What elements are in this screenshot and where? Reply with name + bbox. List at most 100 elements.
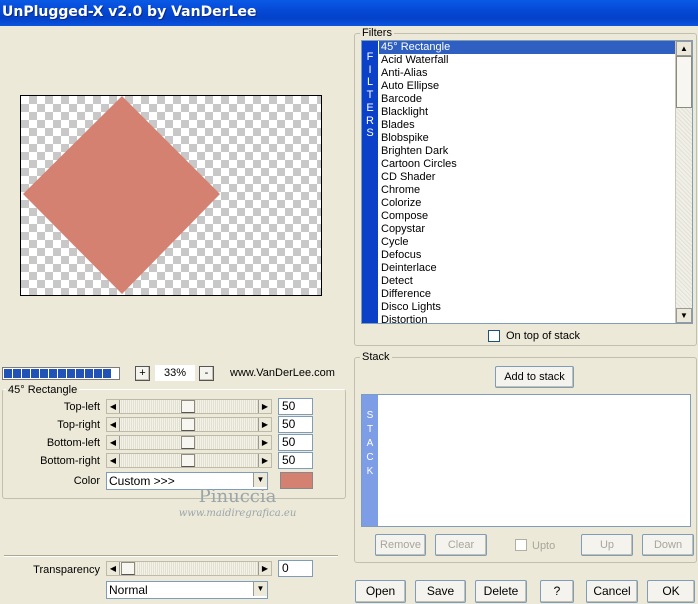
open-button[interactable]: Open	[355, 580, 406, 603]
filter-item[interactable]: Acid Waterfall	[379, 54, 675, 67]
filter-item[interactable]: Cartoon Circles	[379, 158, 675, 171]
scroll-thumb[interactable]	[676, 56, 692, 108]
slider-thumb[interactable]	[181, 436, 195, 449]
filter-item[interactable]: Blacklight	[379, 106, 675, 119]
top-right-label: Top-right	[57, 419, 100, 431]
slider-thumb[interactable]	[181, 400, 195, 413]
scroll-down-icon[interactable]: ▼	[676, 308, 692, 323]
top-right-value[interactable]: 50	[278, 416, 313, 433]
upto-label: Upto	[532, 540, 556, 552]
zoom-in-button[interactable]: +	[135, 366, 150, 381]
scroll-up-icon[interactable]: ▲	[676, 41, 692, 56]
stack-listbox[interactable]: S T A C K	[361, 394, 691, 527]
arrow-right-icon[interactable]: ▶	[258, 562, 271, 575]
bottom-left-value[interactable]: 50	[278, 434, 313, 451]
slider-thumb[interactable]	[121, 562, 135, 575]
preview-shape-svg	[23, 96, 220, 294]
window-title: UnPlugged-X v2.0 by VanDerLee	[2, 4, 257, 20]
stack-group-title: Stack	[360, 351, 392, 363]
top-right-slider[interactable]: ◀ ▶	[106, 417, 272, 432]
slider-thumb[interactable]	[181, 454, 195, 467]
arrow-right-icon[interactable]: ▶	[258, 454, 271, 467]
blend-mode-select[interactable]: Normal ▼	[106, 581, 268, 599]
bottom-right-label: Bottom-right	[40, 455, 100, 467]
filter-item[interactable]: Copystar	[379, 223, 675, 236]
zoom-out-button[interactable]: -	[199, 366, 214, 381]
strip-letter: E	[366, 101, 374, 114]
preview-canvas[interactable]	[20, 95, 322, 296]
filter-item[interactable]: Compose	[379, 210, 675, 223]
transparency-value[interactable]: 0	[278, 560, 313, 577]
filters-strip: F I L T E R S	[362, 41, 378, 323]
help-button[interactable]: ?	[540, 580, 574, 603]
filter-item[interactable]: Chrome	[379, 184, 675, 197]
strip-letter: T	[366, 89, 374, 102]
bottom-right-value[interactable]: 50	[278, 452, 313, 469]
up-button[interactable]: Up	[581, 534, 633, 556]
save-button[interactable]: Save	[415, 580, 466, 603]
chevron-down-icon[interactable]: ▼	[253, 582, 267, 596]
chevron-down-icon[interactable]: ▼	[253, 473, 267, 487]
website-link[interactable]: www.VanDerLee.com	[230, 367, 335, 379]
arrow-left-icon[interactable]: ◀	[107, 400, 120, 413]
top-left-value[interactable]: 50	[278, 398, 313, 415]
strip-letter: C	[366, 452, 374, 463]
filter-item[interactable]: Defocus	[379, 249, 675, 262]
arrow-left-icon[interactable]: ◀	[107, 436, 120, 449]
top-left-label: Top-left	[63, 401, 100, 413]
arrow-right-icon[interactable]: ▶	[258, 400, 271, 413]
down-button[interactable]: Down	[642, 534, 694, 556]
filter-listbox[interactable]: F I L T E R S 45° Rectangle Acid Waterfal…	[361, 40, 693, 324]
filter-item[interactable]: Distortion	[379, 314, 675, 323]
filter-item[interactable]: 45° Rectangle	[379, 41, 675, 54]
transparency-slider[interactable]: ◀ ▶	[106, 561, 272, 576]
filter-item[interactable]: Anti-Alias	[379, 67, 675, 80]
remove-button[interactable]: Remove	[375, 534, 426, 556]
filter-item[interactable]: Auto Ellipse	[379, 80, 675, 93]
strip-letter: T	[366, 424, 374, 435]
filter-item[interactable]: Blades	[379, 119, 675, 132]
delete-button[interactable]: Delete	[475, 580, 527, 603]
strip-letter: F	[366, 51, 374, 63]
filter-item[interactable]: Blobspike	[379, 132, 675, 145]
stack-strip: S T A C K	[362, 395, 378, 526]
strip-letter: K	[366, 466, 374, 477]
filter-item[interactable]: Detect	[379, 275, 675, 288]
slider-thumb[interactable]	[181, 418, 195, 431]
ok-button[interactable]: OK	[647, 580, 695, 603]
zoom-value: 33%	[155, 365, 195, 381]
bottom-right-slider[interactable]: ◀ ▶	[106, 453, 272, 468]
strip-letter: S	[366, 410, 374, 421]
arrow-left-icon[interactable]: ◀	[107, 454, 120, 467]
on-top-label: On top of stack	[506, 330, 580, 342]
filters-group-title: Filters	[360, 27, 394, 39]
filter-item[interactable]: Difference	[379, 288, 675, 301]
strip-letter: L	[366, 76, 374, 89]
arrow-left-icon[interactable]: ◀	[107, 562, 120, 575]
strip-letter: A	[366, 438, 374, 449]
watermark-url: www.maidiregrafica.eu	[178, 508, 297, 519]
filter-item[interactable]: CD Shader	[379, 171, 675, 184]
cancel-button[interactable]: Cancel	[586, 580, 638, 603]
filter-item[interactable]: Disco Lights	[379, 301, 675, 314]
add-to-stack-button[interactable]: Add to stack	[495, 366, 574, 388]
params-group-title: 45° Rectangle	[6, 384, 80, 396]
strip-letter: S	[366, 127, 374, 140]
diamond-shape	[23, 96, 220, 294]
arrow-left-icon[interactable]: ◀	[107, 418, 120, 431]
top-left-slider[interactable]: ◀ ▶	[106, 399, 272, 414]
filter-item[interactable]: Brighten Dark	[379, 145, 675, 158]
clear-button[interactable]: Clear	[435, 534, 487, 556]
filter-scrollbar[interactable]: ▲ ▼	[675, 41, 692, 323]
arrow-right-icon[interactable]: ▶	[258, 436, 271, 449]
render-progress-bar	[2, 367, 120, 380]
filter-list: 45° Rectangle Acid Waterfall Anti-Alias Aut…	[379, 41, 675, 323]
filter-item[interactable]: Deinterlace	[379, 262, 675, 275]
filter-item[interactable]: Colorize	[379, 197, 675, 210]
bottom-left-slider[interactable]: ◀ ▶	[106, 435, 272, 450]
on-top-checkbox[interactable]	[488, 330, 500, 342]
filter-item[interactable]: Cycle	[379, 236, 675, 249]
upto-checkbox[interactable]	[515, 539, 527, 551]
arrow-right-icon[interactable]: ▶	[258, 418, 271, 431]
filter-item[interactable]: Barcode	[379, 93, 675, 106]
